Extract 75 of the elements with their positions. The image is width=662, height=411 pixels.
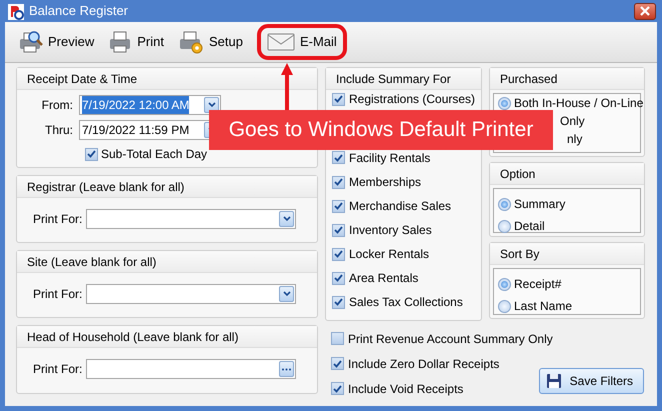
field-label: Print For: <box>33 286 84 303</box>
checkbox[interactable] <box>332 248 345 260</box>
field-label: Print For: <box>33 211 84 228</box>
group-title: Head of Household (Leave blank for all) <box>17 326 317 348</box>
checkbox[interactable] <box>332 151 345 164</box>
printer-magnifier-icon <box>17 30 43 54</box>
radio-label: nly <box>567 131 582 148</box>
checkbox-label: Inventory Sales <box>349 222 432 239</box>
printer-icon <box>108 30 132 54</box>
checkbox[interactable] <box>331 357 344 370</box>
chevron-down-icon <box>282 216 290 222</box>
dropdown-button[interactable] <box>279 211 294 227</box>
chevron-down-icon <box>282 291 290 297</box>
browse-button[interactable] <box>279 361 294 377</box>
printer-gear-icon <box>178 30 204 54</box>
field-label: Print For: <box>33 361 84 378</box>
checkbox-label: Sales Tax Collections <box>349 294 463 311</box>
group-title: Option <box>490 163 644 185</box>
group-title: Include Summary For <box>326 68 481 90</box>
field-label: From: <box>40 97 74 114</box>
app-logo-icon <box>8 1 24 21</box>
radio-button[interactable] <box>498 278 511 290</box>
chevron-down-icon <box>208 102 216 108</box>
checkbox[interactable] <box>332 296 345 308</box>
radio-button[interactable] <box>498 198 511 210</box>
window-title: Balance Register <box>29 2 128 20</box>
toolbar-button[interactable]: Print <box>104 28 168 56</box>
select-field[interactable] <box>86 359 296 379</box>
ellipsis-icon <box>281 368 292 370</box>
checkbox-label: Locker Rentals <box>349 246 430 263</box>
radio-label: Both In-House / On-Line <box>514 95 644 112</box>
checkbox-label: Print Revenue Account Summary Only <box>348 330 553 348</box>
checkbox-label: Registrations (Courses) <box>349 91 476 108</box>
radio-label: Receipt# <box>514 276 562 293</box>
toolbar-button[interactable]: E-Mail <box>262 30 341 54</box>
checkbox[interactable] <box>331 332 344 345</box>
checkbox-label: Include Zero Dollar Receipts <box>348 356 500 372</box>
radio-button[interactable] <box>498 300 511 312</box>
radio-label: Summary <box>514 196 566 213</box>
checkbox-label: Memberships <box>349 174 422 191</box>
radio-label: Last Name <box>514 298 572 315</box>
checkbox[interactable] <box>332 92 345 106</box>
radio-label: Detail <box>514 218 545 235</box>
envelope-icon <box>266 32 295 52</box>
checkbox[interactable] <box>332 176 345 188</box>
checkbox-label: Sub-Total Each Day <box>101 146 208 163</box>
checkbox[interactable] <box>332 224 345 236</box>
radio-button[interactable] <box>498 96 511 110</box>
group-title: Site (Leave blank for all) <box>17 251 317 273</box>
checkbox[interactable] <box>85 148 98 160</box>
checkbox[interactable] <box>332 272 345 284</box>
toolbar-button[interactable]: Preview <box>13 28 98 56</box>
checkbox-label: Include Void Receipts <box>348 380 464 398</box>
arrow <box>281 63 293 110</box>
checkbox-label: Area Rentals <box>349 270 418 287</box>
toolbar-button[interactable]: Setup <box>174 28 247 56</box>
group-title: Registrar (Leave blank for all) <box>17 176 317 198</box>
close-icon <box>640 6 650 16</box>
select-field[interactable] <box>86 209 296 229</box>
checkbox-label: Facility Rentals <box>349 150 430 166</box>
dropdown-button[interactable] <box>279 286 294 302</box>
date-time-field[interactable]: 7/19/2022 12:00 AM <box>79 95 221 115</box>
checkbox[interactable] <box>331 382 344 395</box>
field-label: Thru: <box>44 122 74 139</box>
group-title: Receipt Date & Time <box>17 68 317 90</box>
save-filters-button[interactable]: Save Filters <box>538 368 644 394</box>
callout-tooltip: Goes to Windows Default Printer <box>209 110 553 150</box>
checkbox-label: Merchandise Sales <box>349 198 452 215</box>
checkbox[interactable] <box>332 200 345 212</box>
close-button[interactable] <box>634 2 656 20</box>
select-field[interactable] <box>86 284 296 304</box>
radio-button[interactable] <box>498 220 511 232</box>
radio-label: Only <box>560 113 585 130</box>
group-title: Sort By <box>490 243 644 265</box>
group-title: Purchased <box>490 68 644 90</box>
